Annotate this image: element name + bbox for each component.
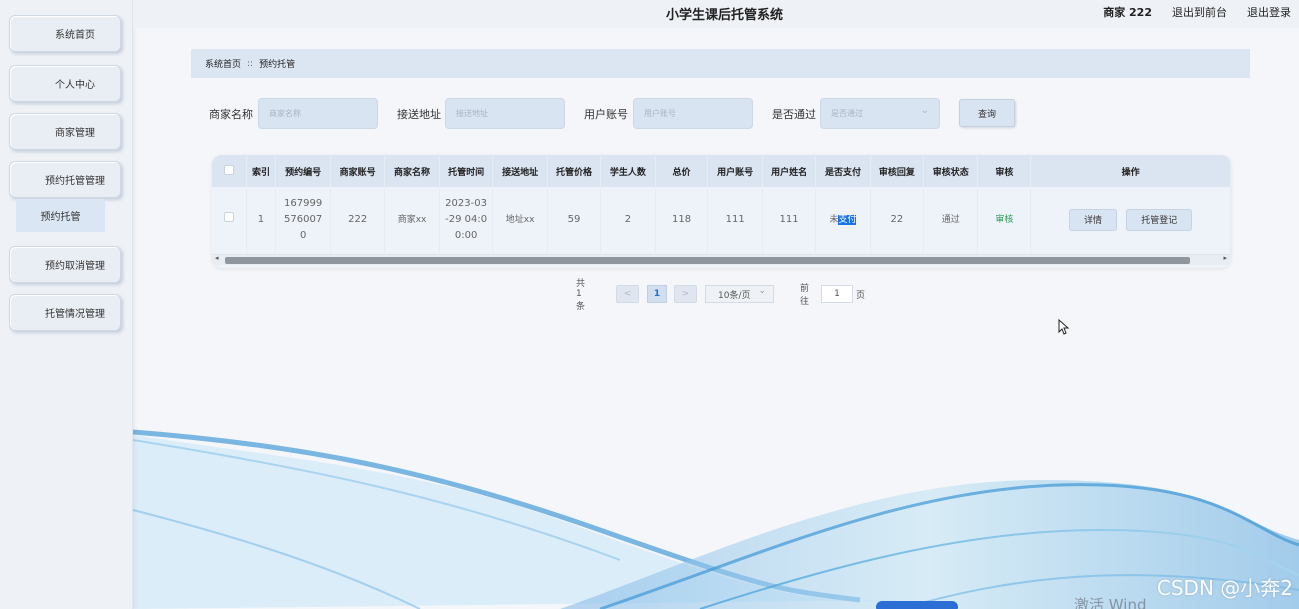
breadcrumb-separator: :: xyxy=(247,58,254,69)
cell-address: 地址xx xyxy=(492,187,548,255)
logout-link[interactable]: 退出登录 xyxy=(1247,4,1291,20)
sidebar-item-label: 系统首页 xyxy=(55,30,95,41)
paid-selected-text: 支付 xyxy=(838,215,857,226)
column-header: 托管价格 xyxy=(547,155,602,187)
select-all-header xyxy=(212,155,247,187)
cell-user-account: 111 xyxy=(707,187,763,255)
query-button[interactable]: 查询 xyxy=(959,99,1015,127)
breadcrumb: 系统首页 :: 预约托管 xyxy=(191,49,1250,78)
sidebar-item-label: 托管情况管理 xyxy=(45,309,105,320)
sidebar-item-booking[interactable]: 预约托管管理 xyxy=(9,161,121,198)
cell-paid: 未支付 xyxy=(815,187,871,255)
sidebar-item-status[interactable]: 托管情况管理 xyxy=(9,294,121,331)
column-header: 操作 xyxy=(1030,155,1231,187)
detail-button[interactable]: 详情 xyxy=(1069,209,1118,232)
cell-merchant-account: 222 xyxy=(330,187,386,255)
top-header: 小学生课后托管系统 商家 222 退出到前台 退出登录 xyxy=(133,0,1299,28)
sidebar: 系统首页 个人中心 商家管理 预约托管管理 预约托管 预约取消管理 托管情况管理 xyxy=(0,0,133,609)
column-header: 接送地址 xyxy=(492,155,548,187)
column-header: 商家名称 xyxy=(384,155,440,187)
audit-link[interactable]: 审核 xyxy=(995,215,1013,225)
cell-time: 2023-03-29 04:00:00 xyxy=(439,187,494,255)
watermark: CSDN @小奔2 xyxy=(1156,576,1293,600)
row-checkbox[interactable] xyxy=(223,212,234,223)
sidebar-item-label: 商家管理 xyxy=(55,128,95,139)
address-input[interactable]: 接送地址 xyxy=(445,98,565,129)
order-no-text: 1679995760070 xyxy=(284,198,323,242)
merchant-name-input[interactable]: 商家名称 xyxy=(258,98,378,129)
floating-badge xyxy=(876,601,958,609)
approved-select[interactable]: 是否通过 xyxy=(820,98,940,129)
column-header: 审核状态 xyxy=(923,155,979,187)
merchant-name-label: 商家名称 xyxy=(209,108,253,121)
register-button[interactable]: 托管登记 xyxy=(1126,209,1193,232)
table-row: 1 1679995760070 222 商家xx 2023-03-29 04:0… xyxy=(212,187,1231,255)
booking-table: 索引 预约编号 商家账号 商家名称 托管时间 接送地址 托管价格 学生人数 总价… xyxy=(212,155,1231,268)
breadcrumb-current: 预约托管 xyxy=(259,60,296,70)
cell-user-name: 111 xyxy=(762,187,817,255)
page-number[interactable]: 1 xyxy=(647,285,667,303)
column-header: 预约编号 xyxy=(275,155,331,187)
address-label: 接送地址 xyxy=(397,108,441,121)
user-account-input[interactable]: 用户账号 xyxy=(633,98,753,129)
approved-label: 是否通过 xyxy=(772,108,816,121)
column-header: 总价 xyxy=(655,155,709,187)
column-header: 是否支付 xyxy=(815,155,871,187)
goto-page-input[interactable]: 1 xyxy=(821,285,853,303)
column-header: 审核 xyxy=(977,155,1032,187)
user-account-label: 用户账号 xyxy=(584,108,628,121)
goto-label: 前往 xyxy=(800,284,810,307)
activation-notice: 激活 Wind xyxy=(1074,596,1147,609)
sidebar-item-home[interactable]: 系统首页 xyxy=(9,15,121,52)
submenu-item-label: 预约托管 xyxy=(40,212,81,223)
wave-background xyxy=(132,429,1299,609)
cell-status: 通过 xyxy=(923,187,979,255)
column-header: 学生人数 xyxy=(600,155,656,187)
back-to-front-link[interactable]: 退出到前台 xyxy=(1172,4,1227,20)
sidebar-item-profile[interactable]: 个人中心 xyxy=(9,65,121,102)
header-actions: 商家 222 退出到前台 退出登录 xyxy=(1103,4,1291,20)
scroll-right-icon[interactable]: ▸ xyxy=(1223,254,1227,262)
breadcrumb-home[interactable]: 系统首页 xyxy=(205,57,241,70)
cell-total: 118 xyxy=(655,187,709,255)
cell-reply: 22 xyxy=(870,187,925,255)
table-header-row: 索引 预约编号 商家账号 商家名称 托管时间 接送地址 托管价格 学生人数 总价… xyxy=(212,155,1231,187)
mouse-cursor-icon xyxy=(1058,319,1070,335)
total-count: 共 1 条 xyxy=(576,279,586,312)
select-all-checkbox[interactable] xyxy=(223,164,234,175)
scrollbar-thumb[interactable] xyxy=(225,257,1190,264)
current-user: 商家 222 xyxy=(1103,6,1152,19)
cell-students: 2 xyxy=(600,187,656,255)
sidebar-item-merchant[interactable]: 商家管理 xyxy=(9,113,121,150)
cell-order-no: 1679995760070 xyxy=(275,187,331,255)
column-header: 托管时间 xyxy=(439,155,494,187)
scroll-left-icon[interactable]: ◂ xyxy=(215,254,219,262)
cell-merchant-name: 商家xx xyxy=(384,187,440,255)
cell-audit: 审核 xyxy=(977,187,1032,255)
page-unit-label: 页 xyxy=(856,290,866,301)
sidebar-item-cancel[interactable]: 预约取消管理 xyxy=(9,246,121,283)
cell-actions: 详情 托管登记 xyxy=(1030,187,1231,255)
column-header: 用户姓名 xyxy=(762,155,817,187)
row-select-cell xyxy=(212,187,247,255)
column-header: 审核回复 xyxy=(870,155,925,187)
time-text: 2023-03-29 04:00:00 xyxy=(445,198,488,242)
horizontal-scrollbar[interactable]: ◂ ▸ xyxy=(212,254,1231,265)
sidebar-item-label: 预约托管管理 xyxy=(45,176,105,187)
column-header: 用户账号 xyxy=(707,155,763,187)
prev-page-button[interactable]: < xyxy=(616,285,639,303)
sidebar-item-label: 预约取消管理 xyxy=(45,261,105,272)
column-header: 索引 xyxy=(246,155,277,187)
page-size-select[interactable]: 10条/页 xyxy=(705,285,774,303)
cell-index: 1 xyxy=(246,187,277,255)
cell-price: 59 xyxy=(547,187,602,255)
column-header: 商家账号 xyxy=(330,155,386,187)
next-page-button[interactable]: > xyxy=(674,285,697,303)
submenu-item-booking[interactable]: 预约托管 xyxy=(16,199,105,232)
sidebar-item-label: 个人中心 xyxy=(55,80,95,91)
